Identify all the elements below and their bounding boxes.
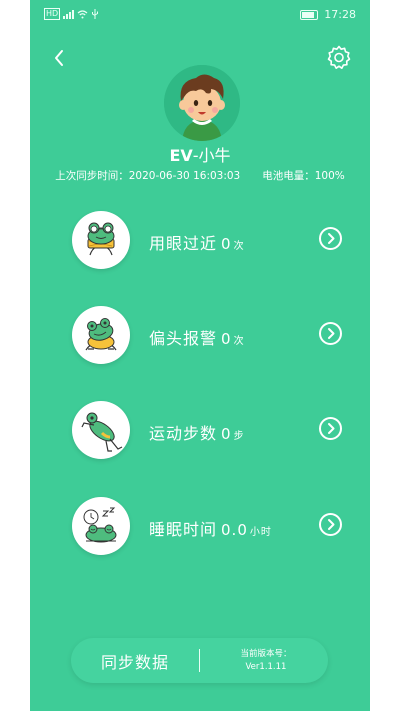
back-button[interactable] bbox=[48, 46, 72, 70]
status-bar: HD 17:28 bbox=[30, 0, 370, 30]
wifi-icon bbox=[77, 9, 88, 18]
status-right: 17:28 bbox=[300, 8, 356, 21]
sync-data-button[interactable]: 同步数据 bbox=[71, 638, 199, 683]
divider bbox=[199, 649, 200, 672]
boy-avatar-icon bbox=[164, 65, 240, 141]
footer-bar: 同步数据 当前版本号： Ver1.1.11 bbox=[71, 638, 328, 683]
metric-label: 偏头报警 0 次 bbox=[149, 325, 245, 349]
detail-button[interactable] bbox=[319, 513, 342, 536]
chevron-right-icon bbox=[328, 233, 335, 244]
frog-jump-icon bbox=[72, 401, 130, 459]
battery-icon bbox=[300, 9, 319, 20]
chevron-right-icon bbox=[328, 423, 335, 434]
frog-sleep-icon bbox=[72, 497, 130, 555]
metric-steps[interactable]: 运动步数 0 步 bbox=[72, 401, 342, 459]
usb-icon bbox=[92, 9, 99, 19]
signal-icon bbox=[63, 9, 75, 19]
detail-button[interactable] bbox=[319, 322, 342, 345]
gear-icon bbox=[327, 45, 351, 69]
metric-unit: 小时 bbox=[249, 527, 272, 538]
device-name-prefix: EV bbox=[169, 146, 193, 165]
app-screen: HD 17:28 EV-小牛 上次同步时间：2020-06-30 16:03:0… bbox=[30, 0, 370, 711]
frog-glasses-icon bbox=[72, 211, 130, 269]
version-value: Ver1.1.11 bbox=[245, 662, 287, 672]
battery-level: 电池电量：100% bbox=[262, 170, 345, 182]
device-name-suffix: -小牛 bbox=[192, 146, 231, 165]
status-indicators: HD bbox=[44, 8, 99, 20]
metric-value: 0 bbox=[221, 330, 232, 348]
metric-name: 用眼过近 bbox=[149, 234, 218, 253]
device-name: EV-小牛 bbox=[30, 142, 370, 166]
metric-unit: 次 bbox=[233, 336, 245, 347]
metric-name: 偏头报警 bbox=[149, 329, 218, 348]
metric-label: 运动步数 0 步 bbox=[149, 420, 245, 444]
last-sync-time: 上次同步时间：2020-06-30 16:03:03 bbox=[55, 170, 241, 182]
metric-value: 0 bbox=[221, 235, 232, 253]
chevron-left-icon bbox=[55, 50, 63, 66]
metric-unit: 步 bbox=[233, 431, 245, 442]
metric-name: 睡眠时间 bbox=[149, 520, 218, 539]
chevron-right-icon bbox=[328, 328, 335, 339]
metric-name: 运动步数 bbox=[149, 424, 218, 443]
version-label: 当前版本号： bbox=[240, 649, 292, 659]
metric-head-tilt[interactable]: 偏头报警 0 次 bbox=[72, 306, 342, 364]
metric-label: 睡眠时间 0.0 小时 bbox=[149, 516, 272, 540]
chevron-right-icon bbox=[328, 519, 335, 530]
avatar[interactable] bbox=[164, 65, 240, 141]
metric-value: 0.0 bbox=[221, 521, 248, 539]
metric-sleep[interactable]: 睡眠时间 0.0 小时 bbox=[72, 497, 342, 555]
metric-eye-distance[interactable]: 用眼过近 0 次 bbox=[72, 211, 342, 269]
metric-value: 0 bbox=[221, 425, 232, 443]
version-info: 当前版本号： Ver1.1.11 bbox=[211, 648, 321, 674]
hd-badge: HD bbox=[44, 8, 61, 20]
metric-unit: 次 bbox=[233, 241, 245, 252]
frog-tilt-icon bbox=[72, 306, 130, 364]
settings-button[interactable] bbox=[326, 44, 352, 70]
metric-label: 用眼过近 0 次 bbox=[149, 230, 245, 254]
detail-button[interactable] bbox=[319, 417, 342, 440]
clock: 17:28 bbox=[324, 8, 356, 21]
detail-button[interactable] bbox=[319, 227, 342, 250]
device-info: 上次同步时间：2020-06-30 16:03:03 电池电量：100% bbox=[30, 168, 370, 183]
